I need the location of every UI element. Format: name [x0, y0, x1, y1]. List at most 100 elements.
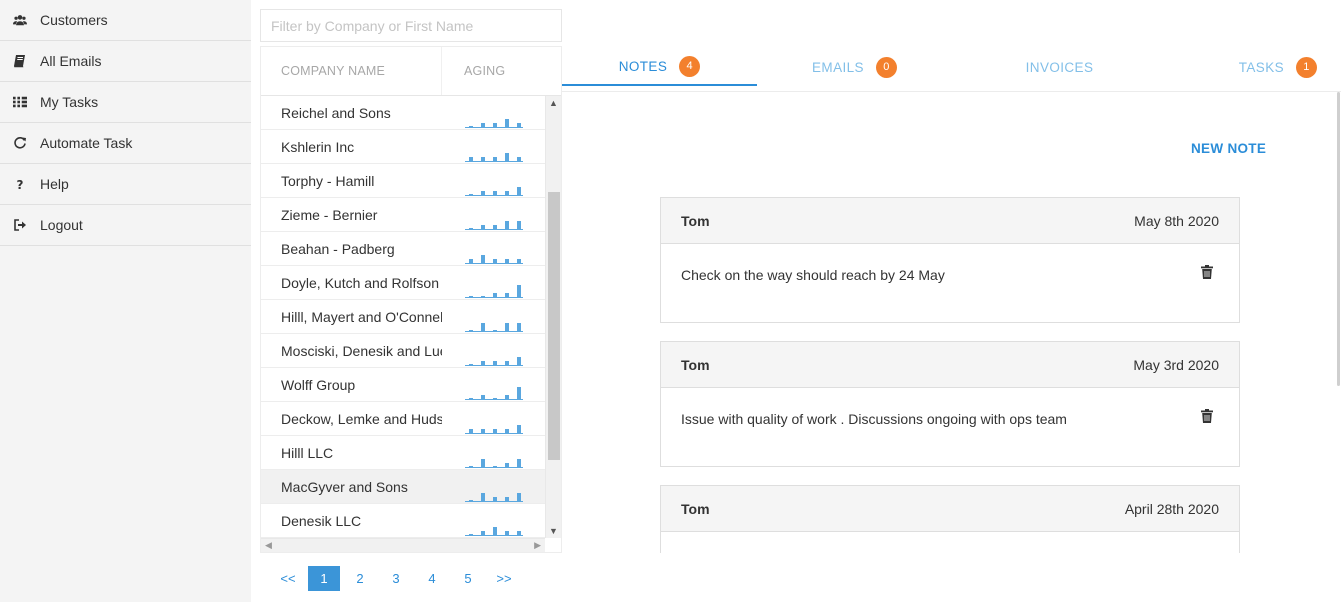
note-card: Tom May 3rd 2020 Issue with quality of w… [660, 341, 1240, 467]
aging-bar [493, 330, 497, 331]
sidebar-item-all-emails[interactable]: All Emails [0, 41, 251, 82]
sparkline-baseline [465, 467, 523, 468]
aging-bar [469, 466, 473, 467]
company-filter-input[interactable] [260, 9, 562, 42]
page-first[interactable]: << [270, 566, 306, 591]
vertical-scrollbar[interactable]: ▲ ▼ [545, 96, 561, 538]
aging-bar [505, 323, 509, 331]
sidebar-item-automate-task[interactable]: Automate Task [0, 123, 251, 164]
aging-bar [493, 225, 497, 229]
sidebar-item-customers[interactable]: Customers [0, 0, 251, 41]
company-row[interactable]: MacGyver and Sons [261, 470, 545, 504]
notes-scrollbar[interactable] [1337, 92, 1340, 386]
aging-bar [517, 425, 521, 433]
sidebar-item-label: Customers [40, 12, 108, 28]
tab-tasks[interactable]: TASKS 1 [1167, 48, 1341, 86]
aging-bar [505, 119, 509, 127]
aging-bar [481, 225, 485, 229]
aging-bar [481, 429, 485, 433]
horizontal-scrollbar[interactable]: ◀ ▶ [261, 538, 545, 552]
company-rows: Reichel and Sons Kshlerin Inc Torphy - Ham… [261, 96, 545, 538]
aging-bar [517, 259, 521, 263]
aging-bar [469, 126, 473, 127]
note-card: Tom April 28th 2020 [660, 485, 1240, 553]
aging-bar [493, 293, 497, 297]
company-row[interactable]: Hilll LLC [261, 436, 545, 470]
aging-bar [469, 500, 473, 501]
sign-out-icon [12, 217, 28, 233]
page-4[interactable]: 4 [414, 566, 450, 591]
page-5[interactable]: 5 [450, 566, 486, 591]
page-1[interactable]: 1 [308, 566, 340, 591]
aging-bar [517, 531, 521, 535]
note-card: Tom May 8th 2020 Check on the way should… [660, 197, 1240, 323]
aging-sparkline [465, 106, 523, 128]
company-row[interactable]: Doyle, Kutch and Rolfson [261, 266, 545, 300]
aging-bar [469, 194, 473, 195]
aging-bar [469, 398, 473, 399]
aging-bar [493, 497, 497, 501]
sparkline-baseline [465, 195, 523, 196]
sparkline-baseline [465, 535, 523, 536]
company-row[interactable]: Denesik LLC [261, 504, 545, 538]
aging-sparkline [465, 446, 523, 468]
page-3[interactable]: 3 [378, 566, 414, 591]
aging-bar [493, 398, 497, 399]
sidebar-item-label: Automate Task [40, 135, 133, 151]
scrollbar-thumb[interactable] [548, 192, 560, 460]
sidebar-item-label: All Emails [40, 53, 102, 69]
aging-bar [517, 493, 521, 501]
company-name: Deckow, Lemke and Hudson [281, 410, 442, 427]
sparkline-baseline [465, 501, 523, 502]
company-row[interactable]: Hilll, Mayert and O'Connell [261, 300, 545, 334]
tab-emails[interactable]: EMAILS 0 [757, 48, 952, 86]
aging-bar [493, 466, 497, 467]
users-icon [12, 12, 28, 28]
scroll-up-icon[interactable]: ▲ [549, 98, 558, 108]
company-row[interactable]: Zieme - Bernier [261, 198, 545, 232]
note-header: Tom May 3rd 2020 [661, 342, 1239, 388]
aging-bar [493, 259, 497, 263]
tab-invoices[interactable]: INVOICES [952, 48, 1167, 86]
aging-bar [481, 157, 485, 161]
company-row[interactable]: Mosciski, Denesik and Lueilwitz [261, 334, 545, 368]
company-name: Hilll, Mayert and O'Connell [281, 308, 442, 325]
column-header-company[interactable]: COMPANY NAME [261, 47, 442, 95]
company-row[interactable]: Beahan - Padberg [261, 232, 545, 266]
company-row[interactable]: Torphy - Hamill [261, 164, 545, 198]
sidebar-item-my-tasks[interactable]: My Tasks [0, 82, 251, 123]
aging-bar [517, 387, 521, 399]
scroll-left-icon[interactable]: ◀ [265, 540, 272, 551]
sparkline-baseline [465, 229, 523, 230]
sidebar: Customers All Emails My Tasks Automate T… [0, 0, 251, 602]
aging-sparkline [465, 310, 523, 332]
pagination: << 1 2 3 4 5 >> [270, 566, 522, 591]
aging-bar [481, 191, 485, 195]
company-row[interactable]: Deckow, Lemke and Hudson [261, 402, 545, 436]
sidebar-item-logout[interactable]: Logout [0, 205, 251, 246]
company-name: Wolff Group [281, 376, 356, 393]
company-row[interactable]: Reichel and Sons [261, 96, 545, 130]
aging-bar [469, 296, 473, 297]
aging-sparkline [465, 208, 523, 230]
aging-bar [517, 221, 521, 229]
aging-bar [517, 323, 521, 331]
company-row[interactable]: Kshlerin Inc [261, 130, 545, 164]
aging-bar [469, 157, 473, 161]
sparkline-baseline [465, 399, 523, 400]
column-header-aging[interactable]: AGING [442, 64, 505, 78]
page-last[interactable]: >> [486, 566, 522, 591]
trash-icon[interactable] [1201, 409, 1213, 423]
page-2[interactable]: 2 [342, 566, 378, 591]
company-name: Zieme - Bernier [281, 206, 378, 223]
tab-label: TASKS [1238, 59, 1284, 75]
aging-sparkline [465, 480, 523, 502]
aging-bar [481, 361, 485, 365]
note-body [661, 532, 1239, 553]
scroll-down-icon[interactable]: ▼ [549, 526, 558, 536]
sidebar-item-help[interactable]: ? Help [0, 164, 251, 205]
trash-icon[interactable] [1201, 265, 1213, 279]
scroll-right-icon[interactable]: ▶ [534, 540, 541, 551]
tab-notes[interactable]: NOTES 4 [562, 48, 757, 86]
company-row[interactable]: Wolff Group [261, 368, 545, 402]
